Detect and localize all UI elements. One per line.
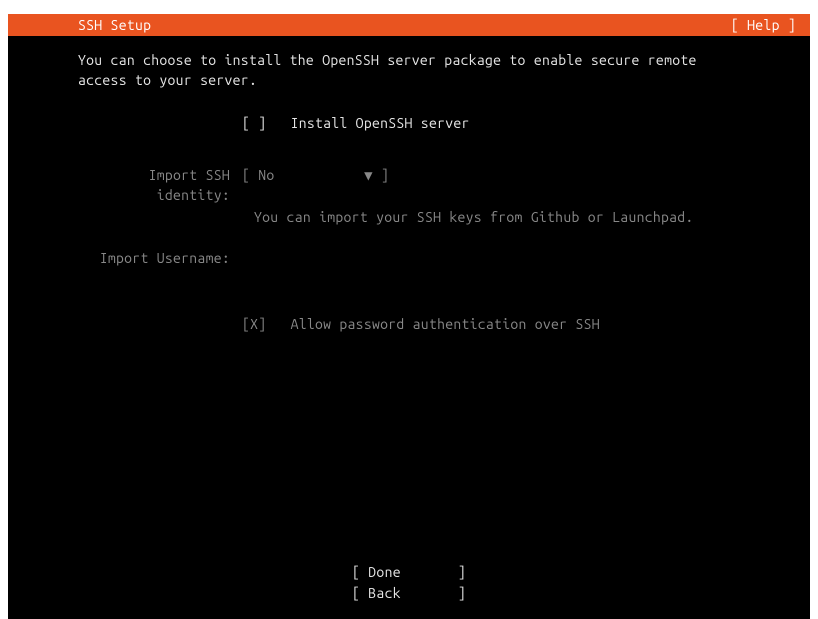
import-identity-label: Import SSH identity: [78,165,242,206]
page-description: You can choose to install the OpenSSH se… [78,50,810,91]
checkbox-open-bracket: [ [242,115,250,131]
checkbox-close-bracket: ] [258,316,266,332]
allow-password-label: Allow password authentication over SSH [291,316,600,332]
description-line-1: You can choose to install the OpenSSH se… [78,52,697,68]
import-identity-note: You can import your SSH keys from Github… [78,207,810,227]
install-openssh-label: Install OpenSSH server [291,115,470,131]
allow-password-row: [X] Allow password authentication over S… [78,314,810,334]
checkbox-close-bracket: ] [258,115,266,131]
installer-screen: SSH Setup [ Help ] You can choose to ins… [8,14,810,619]
done-button-label: Done [368,564,401,580]
page-title: SSH Setup [78,17,151,33]
footer-actions: [ Done ] [ Back ] [8,562,810,603]
allow-password-checkbox[interactable]: [X] [242,314,266,334]
import-identity-value: No [258,167,274,183]
install-openssh-row: [ ] Install OpenSSH server [78,113,810,133]
description-line-2: access to your server. [78,72,257,88]
chevron-down-icon: ▼ [364,167,373,183]
help-button[interactable]: [ Help ] [731,17,796,33]
done-button[interactable]: [ Done ] [352,562,466,582]
back-button[interactable]: [ Back ] [352,583,466,603]
back-button-label: Back [368,585,401,601]
import-identity-select[interactable]: [ No ▼ ] [242,167,389,183]
import-username-label: Import Username: [78,248,242,268]
install-openssh-checkbox[interactable]: [ ] [242,113,266,133]
title-bar: SSH Setup [ Help ] [8,14,810,36]
import-username-row: Import Username: [78,248,810,268]
import-identity-row: Import SSH identity: [ No ▼ ] [78,165,810,206]
main-content: You can choose to install the OpenSSH se… [8,36,810,334]
checkbox-open-bracket: [ [242,316,250,332]
